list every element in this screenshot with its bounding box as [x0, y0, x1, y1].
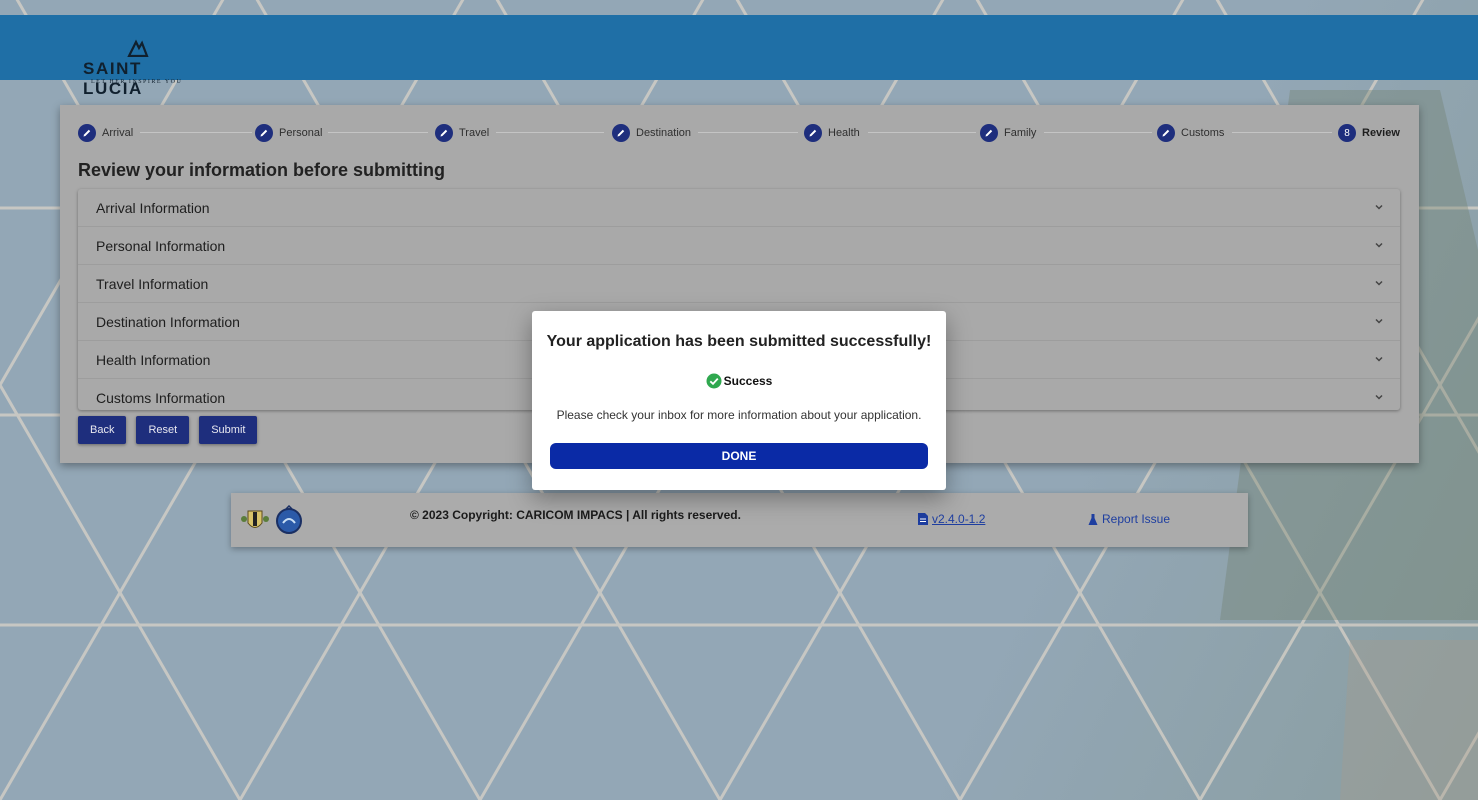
pencil-icon [1157, 124, 1175, 142]
step-label: Travel [459, 127, 490, 139]
step-connector [328, 132, 428, 133]
pencil-icon [78, 124, 96, 142]
step-customs[interactable]: Customs [1157, 122, 1224, 144]
chevron-down-icon [1375, 280, 1383, 286]
impacs-seal-icon [276, 505, 302, 534]
step-label: Arrival [102, 127, 134, 139]
accordion-personal-information[interactable]: Personal Information [78, 227, 1400, 265]
dialog-message: Please check your inbox for more informa… [556, 408, 922, 422]
step-destination[interactable]: Destination [612, 122, 691, 144]
step-label: Customs [1181, 127, 1225, 139]
step-connector [868, 132, 976, 133]
step-label: Destination [636, 127, 692, 139]
version-link[interactable]: v2.4.0-1.2 [917, 512, 985, 526]
step-connector [1044, 132, 1152, 133]
step-family[interactable]: Family [980, 122, 1036, 144]
step-connector [140, 132, 252, 133]
flask-icon [1088, 513, 1098, 525]
top-header-bar: SAINT LUCIA LET HER INSPIRE YOU [0, 15, 1478, 98]
success-status: Success [532, 373, 946, 389]
success-label: Success [723, 374, 773, 388]
report-issue-link[interactable]: Report Issue [1088, 512, 1170, 526]
chevron-down-icon [1375, 356, 1383, 362]
accordion-label: Travel Information [96, 275, 209, 292]
success-dialog: Your application has been submitted succ… [532, 311, 946, 490]
chevron-down-icon [1375, 204, 1383, 210]
progress-stepper: Arrival Personal Travel Destination Heal… [78, 122, 1400, 144]
step-travel[interactable]: Travel [435, 122, 489, 144]
document-icon [918, 513, 928, 525]
step-personal[interactable]: Personal [255, 122, 322, 144]
step-label: Family [1004, 127, 1037, 139]
page-footer: © 2023 Copyright: CARICOM IMPACS | All r… [231, 493, 1248, 547]
step-health[interactable]: Health [804, 122, 860, 144]
pencil-icon [435, 124, 453, 142]
step-label: Review [1362, 127, 1400, 139]
back-button[interactable]: Back [78, 416, 127, 444]
submit-button[interactable]: Submit [199, 416, 258, 444]
accordion-label: Destination Information [96, 313, 240, 330]
accordion-label: Personal Information [96, 237, 226, 254]
step-label: Personal [279, 127, 323, 139]
report-issue-label: Report Issue [1102, 512, 1171, 526]
saint-lucia-logo[interactable]: SAINT LUCIA LET HER INSPIRE YOU [83, 39, 203, 98]
chevron-down-icon [1375, 242, 1383, 248]
pencil-icon [804, 124, 822, 142]
step-number-badge: 8 [1338, 124, 1356, 142]
step-review[interactable]: 8 Review [1338, 122, 1400, 144]
chevron-down-icon [1375, 318, 1383, 324]
step-connector [1232, 132, 1332, 133]
accordion-label: Arrival Information [96, 199, 210, 216]
logo-tagline: LET HER INSPIRE YOU [91, 79, 183, 85]
version-label: v2.4.0-1.2 [932, 512, 986, 526]
reset-button[interactable]: Reset [136, 416, 190, 444]
step-connector [496, 132, 604, 133]
check-circle-icon [706, 373, 722, 389]
step-connector [698, 132, 798, 133]
accordion-arrival-information[interactable]: Arrival Information [78, 189, 1400, 227]
dialog-title: Your application has been submitted succ… [546, 333, 932, 350]
step-label: Health [828, 127, 860, 139]
form-actions: Back Reset Submit [78, 416, 258, 444]
pencil-icon [612, 124, 630, 142]
page-title: Review your information before submittin… [78, 160, 446, 180]
coat-of-arms-icon [241, 510, 269, 528]
copyright-text: © 2023 Copyright: CARICOM IMPACS | All r… [410, 508, 741, 522]
pencil-icon [255, 124, 273, 142]
done-button[interactable]: DONE [550, 443, 928, 469]
pencil-icon [980, 124, 998, 142]
accordion-travel-information[interactable]: Travel Information [78, 265, 1400, 303]
accordion-label: Customs Information [96, 389, 226, 406]
chevron-down-icon [1375, 394, 1383, 400]
accordion-label: Health Information [96, 351, 211, 368]
step-arrival[interactable]: Arrival [78, 122, 133, 144]
logo-pitons-icon [127, 39, 149, 57]
